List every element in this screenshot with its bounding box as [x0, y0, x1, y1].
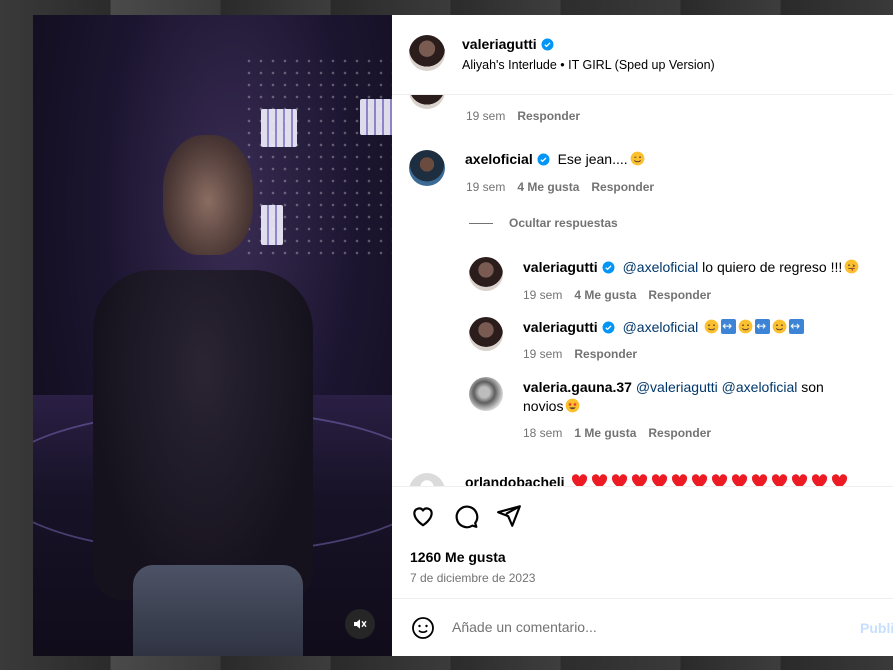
red-heart-emoji-icon: [831, 474, 847, 486]
person-top: [93, 270, 313, 600]
reply-time[interactable]: 18 sem: [523, 426, 562, 440]
reply-button[interactable]: Responder: [574, 347, 637, 361]
speaker-muted-icon: [354, 619, 367, 629]
reply-avatar[interactable]: [469, 377, 503, 411]
red-heart-emoji-icon: [671, 474, 687, 486]
red-heart-emoji-icon: [711, 474, 727, 486]
comment-text: Ese jean....: [557, 151, 628, 167]
hide-replies-label: Ocultar respuestas: [509, 216, 618, 230]
comment-meta: 19 sem 4 Me gusta Responder: [466, 180, 654, 194]
comment-avatar[interactable]: [409, 150, 445, 186]
smiling-face-emoji-icon: [738, 319, 753, 334]
comment-likes[interactable]: 4 Me gusta: [517, 180, 579, 194]
reply-button[interactable]: Responder: [517, 109, 580, 123]
red-heart-emoji-icon: [691, 474, 707, 486]
red-heart-emoji-icon: [791, 474, 807, 486]
mention-link[interactable]: @valeriagutti: [636, 379, 718, 395]
person-figure: [93, 135, 313, 656]
reply-button[interactable]: Responder: [591, 180, 654, 194]
red-heart-emoji-icon: [571, 474, 587, 486]
person-head: [163, 135, 253, 255]
left-right-arrow-emoji-icon: [789, 317, 805, 336]
hide-replies-toggle[interactable]: Ocultar respuestas: [469, 216, 618, 230]
reply-text: novios: [523, 398, 564, 414]
red-heart-emoji-icon: [751, 474, 767, 486]
reply-button[interactable]: Responder: [648, 288, 711, 302]
person-jeans: [133, 565, 303, 656]
smiling-face-emoji-icon: [704, 319, 719, 334]
reply-avatar[interactable]: [469, 317, 503, 351]
red-heart-emoji-icon: [811, 474, 827, 486]
comment-input[interactable]: [452, 613, 832, 641]
comment-time[interactable]: 19 sem: [466, 180, 505, 194]
reply-time[interactable]: 19 sem: [523, 288, 562, 302]
verified-badge-icon: [602, 261, 615, 274]
reply-button[interactable]: Responder: [648, 426, 711, 440]
post-video[interactable]: [33, 15, 392, 656]
red-heart-emoji-icon: [771, 474, 787, 486]
author-avatar[interactable]: [409, 35, 445, 71]
comment-username[interactable]: axeloficial: [465, 151, 533, 167]
post-modal: valeriagutti Aliyah's Interlude • IT GIR…: [33, 15, 893, 656]
verified-badge-icon: [602, 321, 615, 334]
reply-username[interactable]: valeriagutti: [523, 259, 598, 275]
left-right-arrow-emoji-icon: [755, 317, 771, 336]
verified-badge-icon: [541, 38, 554, 51]
reply-text: lo quiero de regreso !!!: [702, 259, 843, 275]
red-heart-emoji-icon: [631, 474, 647, 486]
comment-meta: 19 sem Responder: [466, 109, 580, 123]
red-heart-emoji-icon: [651, 474, 667, 486]
reply-body: valeriagutti @axeloficial lo quiero de r…: [523, 258, 859, 277]
emoji-picker-icon[interactable]: [411, 616, 435, 640]
comment-username[interactable]: orlandobacheli: [465, 474, 565, 486]
publish-button[interactable]: Publi: [860, 620, 893, 636]
reply-likes[interactable]: 1 Me gusta: [574, 426, 636, 440]
author-username[interactable]: valeriagutti: [462, 36, 554, 52]
reply-username[interactable]: valeria.gauna.37: [523, 379, 632, 395]
comment-icon[interactable]: [453, 503, 479, 529]
red-heart-emoji-icon: [611, 474, 627, 486]
reply-body: valeriagutti @axeloficial: [523, 317, 805, 337]
post-side-panel: valeriagutti Aliyah's Interlude • IT GIR…: [392, 15, 893, 656]
comment-avatar[interactable]: [409, 95, 445, 109]
mention-link[interactable]: @axeloficial: [722, 379, 798, 395]
reply-username[interactable]: valeriagutti: [523, 319, 598, 335]
reply-time[interactable]: 19 sem: [523, 347, 562, 361]
stage-lamp: [360, 99, 392, 135]
post-date[interactable]: 7 de diciembre de 2023: [410, 571, 535, 585]
likes-count[interactable]: 1260 Me gusta: [410, 549, 506, 565]
audio-track[interactable]: Aliyah's Interlude • IT GIRL (Sped up Ve…: [462, 58, 715, 72]
reply-meta: 18 sem 1 Me gusta Responder: [523, 426, 711, 440]
winking-face-emoji-icon: [630, 151, 645, 166]
left-right-arrow-emoji-icon: [721, 317, 737, 336]
post-actions: 1260 Me gusta 7 de diciembre de 2023: [392, 486, 893, 599]
smiling-face-emoji-icon: [772, 319, 787, 334]
reply-avatar[interactable]: [469, 257, 503, 291]
red-heart-emoji-icon: [731, 474, 747, 486]
comment-body: axeloficial Ese jean....: [465, 150, 645, 169]
mute-button[interactable]: [345, 609, 375, 639]
comment-time[interactable]: 19 sem: [466, 109, 505, 123]
reply-likes[interactable]: 4 Me gusta: [574, 288, 636, 302]
reply-meta: 19 sem Responder: [523, 347, 637, 361]
comment-composer: Publi: [392, 598, 893, 657]
heart-icon[interactable]: [410, 503, 436, 529]
reply-body: valeria.gauna.37 @valeriagutti @axelofic…: [523, 378, 853, 416]
reply-text: son: [801, 379, 824, 395]
tongue-face-emoji-icon: [844, 259, 859, 274]
reply-meta: 19 sem 4 Me gusta Responder: [523, 288, 711, 302]
comments-list[interactable]: 19 sem Responder axeloficial Ese jean...…: [392, 95, 893, 486]
divider-line: [469, 222, 493, 224]
post-header: valeriagutti Aliyah's Interlude • IT GIR…: [392, 15, 893, 95]
comment-body: orlandobacheli: [465, 473, 890, 486]
mention-link[interactable]: @axeloficial: [623, 319, 699, 335]
hearts-row: [571, 474, 851, 486]
star-struck-emoji-icon: [566, 398, 580, 413]
mention-link[interactable]: @axeloficial: [623, 259, 699, 275]
share-icon[interactable]: [496, 503, 522, 529]
verified-badge-icon: [537, 153, 550, 166]
red-heart-emoji-icon: [591, 474, 607, 486]
default-avatar[interactable]: [409, 473, 445, 486]
author-username-text[interactable]: valeriagutti: [462, 36, 537, 52]
